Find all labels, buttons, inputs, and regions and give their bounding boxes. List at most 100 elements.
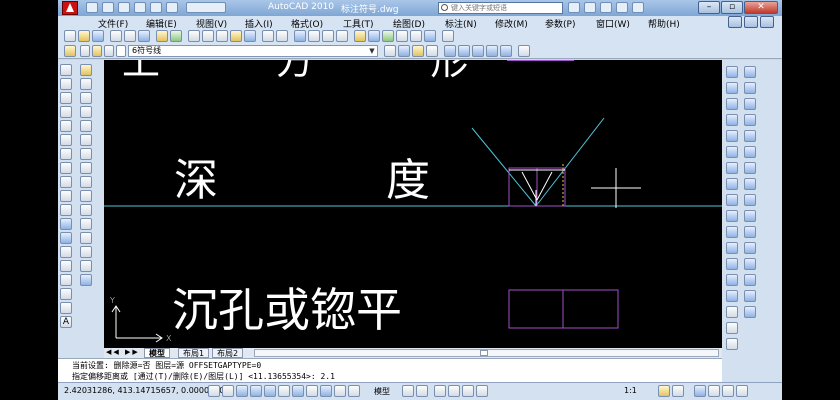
preview-icon[interactable] [124,30,136,42]
new-file-icon[interactable] [86,2,98,13]
layer-properties-icon[interactable] [64,45,76,57]
model-space-label[interactable]: 模型 [374,386,390,397]
view-right-icon[interactable] [486,45,498,57]
dim-edit-icon[interactable] [726,274,738,286]
break-icon[interactable] [80,218,92,230]
lock-ui-icon[interactable] [708,385,720,397]
ellipse-arc-icon[interactable] [60,204,72,216]
polygon-icon[interactable] [60,106,72,118]
view-left-icon[interactable] [472,45,484,57]
snap-nearest-icon[interactable] [744,274,756,286]
save-icon[interactable] [118,2,130,13]
region-icon[interactable] [60,288,72,300]
layer-state-icon[interactable] [412,45,424,57]
line-icon[interactable] [60,64,72,76]
rectangle-icon[interactable] [60,120,72,132]
quick-view-drawings-icon[interactable] [416,385,428,397]
join-icon[interactable] [80,232,92,244]
paste-icon[interactable] [216,30,228,42]
markup-icon[interactable] [410,30,422,42]
erase-icon[interactable] [80,64,92,76]
save-icon[interactable] [92,30,104,42]
properties-icon[interactable] [354,30,366,42]
favorites-icon[interactable] [616,2,628,13]
copy-icon[interactable] [202,30,214,42]
steering-wheel-icon[interactable] [462,385,474,397]
ortho-mode-icon[interactable] [236,385,248,397]
quick-dim-icon[interactable] [726,194,738,206]
command-prompt-line[interactable]: 指定偏移距离或 [通过(T)/删除(E)/图层(L)] <11.13655354… [72,371,335,382]
zoom-window-icon[interactable] [322,30,334,42]
table-icon[interactable] [60,302,72,314]
etransmit-icon[interactable] [170,30,182,42]
osnap-toggle-icon[interactable] [264,385,276,397]
gradient-icon[interactable] [60,274,72,286]
tab-layout1[interactable]: 布局1 [178,348,210,358]
coordinate-readout[interactable]: 2.42031286, 413.14715657, 0.0000000 [64,386,224,395]
object-snap-icon[interactable] [744,66,756,78]
sheet-set-icon[interactable] [396,30,408,42]
trim-icon[interactable] [80,190,92,202]
subscription-icon[interactable] [584,2,596,13]
plot-icon[interactable] [110,30,122,42]
print-icon[interactable] [134,2,146,13]
snap-quadrant-icon[interactable] [744,178,756,190]
fillet-icon[interactable] [80,260,92,272]
rotate-icon[interactable] [80,148,92,160]
tab-layout2[interactable]: 布局2 [212,348,244,358]
redo-icon[interactable] [276,30,288,42]
view-front-icon[interactable] [458,45,470,57]
dim-jogged-icon[interactable] [726,146,738,158]
view-top-icon[interactable] [444,45,456,57]
dynamic-input-icon[interactable] [320,385,332,397]
3d-dwf-icon[interactable] [156,30,168,42]
dim-continue-icon[interactable] [726,226,738,238]
tolerance-icon[interactable] [726,242,738,254]
mirror-icon[interactable] [80,92,92,104]
pan-status-icon[interactable] [434,385,446,397]
snap-endpoint-icon[interactable] [744,82,756,94]
zoom-previous-icon[interactable] [336,30,348,42]
hatch-icon[interactable] [60,260,72,272]
layer-iso-icon[interactable] [426,45,438,57]
doc-minimize-button[interactable] [728,16,742,28]
zoom-status-icon[interactable] [448,385,460,397]
tool-palettes-icon[interactable] [382,30,394,42]
help-icon[interactable] [632,2,644,13]
snap-center-icon[interactable] [744,162,756,174]
snap-tangent-icon[interactable] [744,194,756,206]
scale-icon[interactable] [80,162,92,174]
autocad-logo-icon[interactable] [62,1,78,15]
polyline-icon[interactable] [60,92,72,104]
navigation-wheel-icon[interactable] [726,306,738,318]
layer-previous-icon[interactable] [398,45,410,57]
move-icon[interactable] [80,134,92,146]
arc-icon[interactable] [60,134,72,146]
command-window[interactable]: 当前设置: 删除源=否 图层=源 OFFSETGAPTYPE=0 指定偏移距离或… [58,358,722,382]
snap-apparent-icon[interactable] [744,130,756,142]
search-input[interactable]: 键入关键字或短语 [438,2,563,14]
snap-mode-icon[interactable] [208,385,220,397]
array-icon[interactable] [80,120,92,132]
layer-color-icon[interactable] [116,45,126,57]
named-views-icon[interactable] [518,45,530,57]
auto-scale-icon[interactable] [672,385,684,397]
dim-baseline-icon[interactable] [726,210,738,222]
quickcalc-icon[interactable] [424,30,436,42]
restore-button[interactable]: ▫ [721,1,743,14]
make-current-icon[interactable] [384,45,396,57]
undo-icon[interactable] [262,30,274,42]
copy-object-icon[interactable] [80,78,92,90]
point-icon[interactable] [60,246,72,258]
horizontal-scrollbar[interactable] [254,349,719,357]
zoom-nav-icon[interactable] [726,338,738,350]
snap-node-icon[interactable] [744,258,756,270]
view-iso-icon[interactable] [500,45,512,57]
clean-screen-icon[interactable] [736,385,748,397]
isolate-objects-icon[interactable] [722,385,734,397]
quick-view-layouts-icon[interactable] [402,385,414,397]
drawing-canvas[interactable]: 上 方 形 深 度 沉孔或锪平 Y X [104,60,722,348]
spline-icon[interactable] [60,176,72,188]
dim-radius-icon[interactable] [726,130,738,142]
doc-restore-button[interactable] [744,16,758,28]
